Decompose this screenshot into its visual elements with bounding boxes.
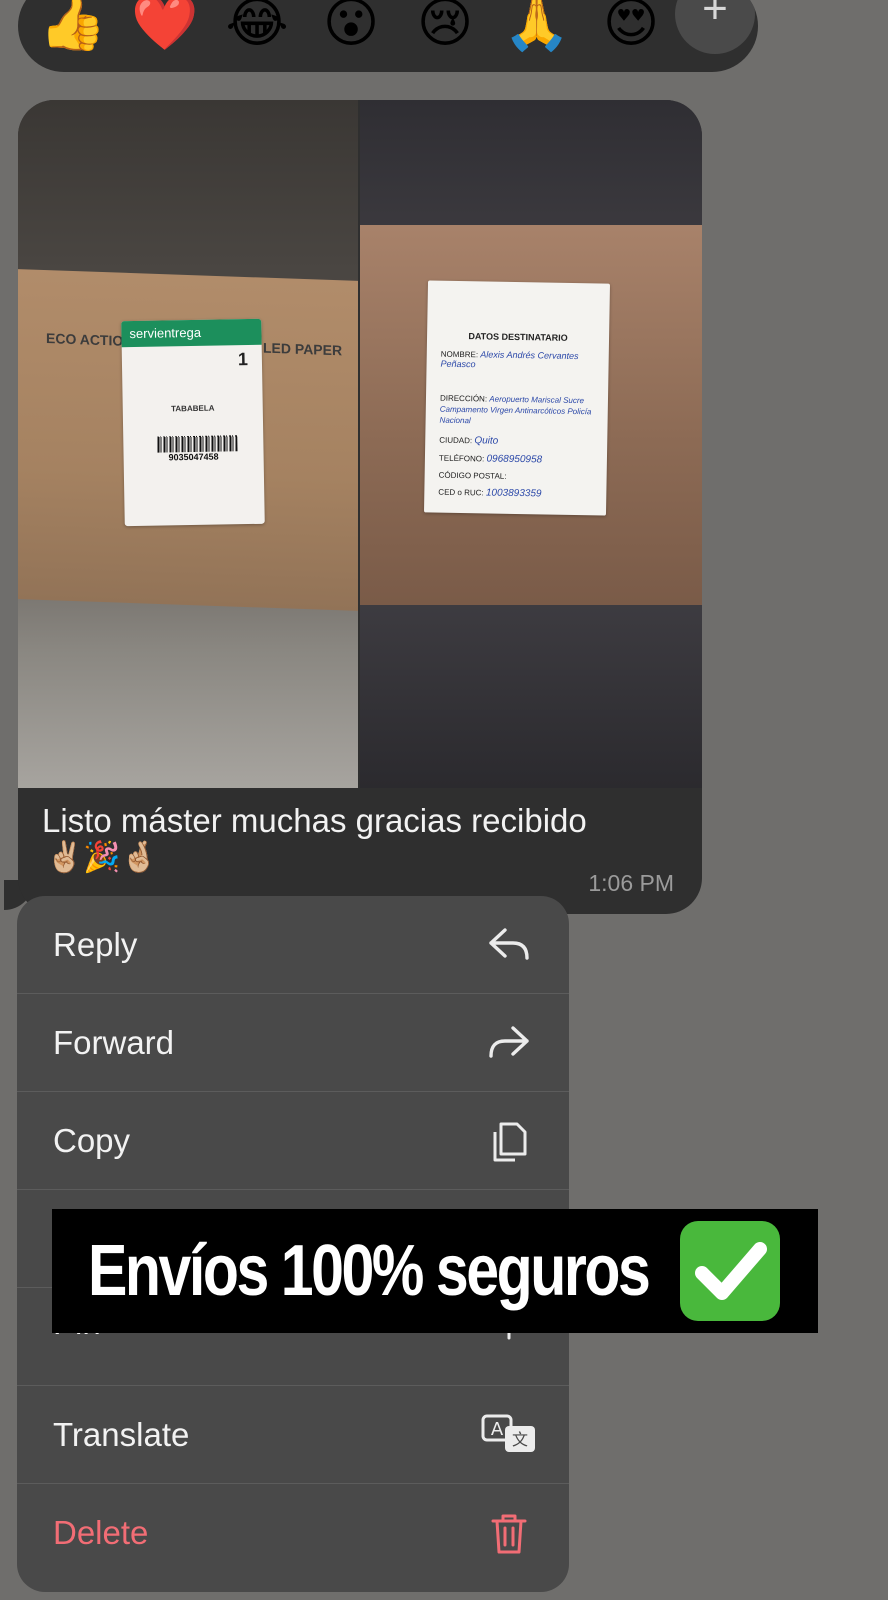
box-print-text-2: LED PAPER (263, 339, 343, 359)
ced-value: 1003893359 (485, 487, 542, 500)
photo-package-left[interactable]: ECO ACTIONS LED PAPER servientrega 1 TAB… (18, 100, 358, 788)
ciudad-value: Quito (474, 435, 499, 447)
menu-item-label: Forward (53, 1024, 175, 1061)
banner-text: Envíos 100% seguros (88, 1231, 651, 1311)
label-number: 1 (237, 349, 249, 370)
label-brand: servientrega (121, 318, 262, 348)
label-ciudad: CIUDAD: Quito (439, 435, 499, 447)
menu-item-label: Translate (53, 1416, 190, 1453)
trash-icon (491, 1514, 527, 1554)
menu-item-translate[interactable]: Translate A 文 (17, 1386, 569, 1484)
telefono-value: 0968950958 (486, 453, 543, 466)
reaction-surprised[interactable]: 😮 (316, 0, 386, 58)
reply-icon (489, 928, 529, 960)
recipient-label: DATOS DESTINATARIO NOMBRE: Alexis Andrés… (423, 280, 611, 516)
shipping-label: servientrega 1 TABABELA 9035047458 (121, 318, 265, 527)
ciudad-label: CIUDAD: (439, 435, 473, 446)
overlay-banner: Envíos 100% seguros (52, 1209, 818, 1333)
label-city: TABABELA (170, 403, 215, 414)
menu-item-copy[interactable]: Copy (17, 1092, 569, 1190)
reaction-heart-eyes[interactable]: 😍 (596, 0, 666, 58)
check-mark-glyph (695, 1242, 767, 1300)
postal-label: CÓDIGO POSTAL: (438, 470, 507, 481)
reaction-thumbs-up[interactable]: 👍 (38, 0, 108, 58)
label-ced: CED o RUC: 1003893359 (438, 487, 542, 500)
label-direccion: DIRECCIÓN: Aeropuerto Mariscal Sucre Cam… (440, 393, 601, 429)
forward-icon (489, 1026, 529, 1058)
reaction-crying[interactable]: 😢 (410, 0, 480, 58)
direccion-label: DIRECCIÓN: (439, 393, 488, 404)
reaction-red-heart[interactable]: ❤️ (130, 0, 200, 58)
photo-package-right[interactable]: DATOS DESTINATARIO NOMBRE: Alexis Andrés… (360, 100, 702, 788)
reaction-laughing[interactable]: 😂 (222, 0, 292, 58)
ced-label: CED o RUC: (438, 487, 484, 498)
menu-item-label: Reply (53, 926, 138, 963)
translate-icon: A 文 (481, 1414, 535, 1452)
label-tracking: 9035047458 (168, 451, 219, 463)
message-timestamp: 1:06 PM (588, 870, 674, 896)
menu-item-forward[interactable]: Forward (17, 994, 569, 1092)
svg-text:文: 文 (512, 1430, 528, 1449)
barcode (157, 435, 238, 453)
more-reactions-button[interactable]: + (675, 0, 755, 54)
check-mark-icon (680, 1221, 780, 1321)
label-nombre: NOMBRE: Alexis Andrés Cervantes Peñasco (441, 349, 609, 372)
svg-text:A: A (491, 1419, 504, 1440)
message-emojis: ✌🏼🎉🤞🏼 (46, 840, 159, 875)
reaction-praying-hands[interactable]: 🙏 (502, 0, 572, 58)
message-text: Listo máster muchas gracias recibido (42, 802, 587, 839)
message-bubble[interactable]: ECO ACTIONS LED PAPER servientrega 1 TAB… (18, 100, 702, 914)
reaction-bar: 👍 ❤️ 😂 😮 😢 🙏 😍 + (18, 0, 758, 72)
menu-item-reply[interactable]: Reply (17, 896, 569, 994)
menu-item-delete[interactable]: Delete (17, 1484, 569, 1582)
menu-item-label: Copy (53, 1122, 131, 1159)
menu-item-label: Delete (53, 1514, 149, 1551)
recipient-label-title: DATOS DESTINATARIO (468, 331, 568, 343)
telefono-label: TELÉFONO: (438, 453, 485, 464)
copy-icon (493, 1122, 527, 1162)
label-telefono: TELÉFONO: 0968950958 (438, 453, 543, 466)
